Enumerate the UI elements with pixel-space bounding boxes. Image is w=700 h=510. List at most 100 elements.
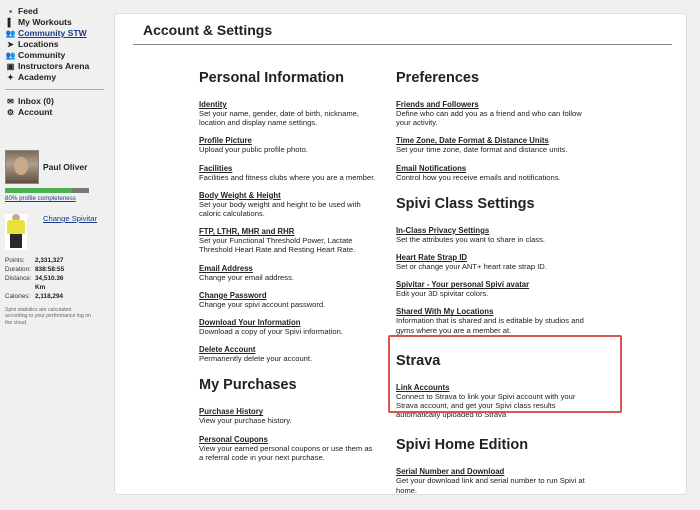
- settings-description: Upload your public profile photo.: [199, 145, 308, 155]
- settings-link-email-address[interactable]: Email Address: [199, 264, 253, 273]
- settings-item-personal-coupons: Personal Coupons View your earned persona…: [199, 435, 377, 462]
- sidebar-item-community-stw[interactable]: 👥 Community STW: [5, 28, 108, 39]
- sidebar-item-label: Inbox (0): [18, 96, 54, 106]
- instructors-icon: ▣: [6, 62, 15, 71]
- stat-label: Points:: [5, 257, 25, 264]
- stat-label: Calories:: [5, 293, 31, 300]
- settings-description: Set your body weight and height to be us…: [199, 199, 361, 219]
- gear-icon: ⚙: [6, 108, 15, 117]
- settings-description: Set your name, gender, date of birth, ni…: [199, 109, 359, 128]
- settings-link-time-zone-date-format-distance-units[interactable]: Time Zone, Date Format & Distance Units: [396, 136, 549, 145]
- settings-item-identity: Identity Set your name, gender, date of b…: [199, 100, 377, 127]
- stat-row: Duration: 838:58:55: [5, 265, 101, 274]
- profile-name[interactable]: Paul Oliver: [43, 162, 87, 172]
- settings-description: Information that is shared and is editab…: [396, 316, 584, 335]
- settings-link-in-class-privacy-settings[interactable]: In-Class Privacy Settings: [396, 226, 489, 235]
- settings-link-heart-rate-strap-id[interactable]: Heart Rate Strap ID: [396, 253, 467, 262]
- feed-icon: ▪: [9, 7, 12, 16]
- settings-link-change-password[interactable]: Change Password: [199, 291, 267, 300]
- sidebar-item-label: My Workouts: [18, 17, 72, 27]
- settings-description: Get your download link and serial number…: [396, 476, 585, 495]
- profile-progress-bar: [5, 188, 89, 193]
- settings-link-serial-number-and-download[interactable]: Serial Number and Download: [396, 467, 504, 476]
- sidebar-item-label: Instructors Arena: [18, 61, 90, 71]
- profile-completeness-link[interactable]: 80% profile completeness: [5, 195, 101, 202]
- stat-row: Distance: 34,510.36 Km: [5, 274, 101, 292]
- avatar[interactable]: [5, 150, 39, 184]
- settings-item-in-class-privacy-settings: In-Class Privacy Settings Set the attribu…: [396, 226, 586, 244]
- stat-value: 2,331,327: [35, 257, 64, 264]
- sidebar-item-account[interactable]: ⚙ Account: [5, 107, 108, 118]
- settings-link-delete-account[interactable]: Delete Account: [199, 345, 255, 354]
- community-group-icon: 👥: [5, 29, 16, 38]
- settings-description: Permanently delete your account.: [199, 354, 313, 364]
- change-spivitar-link[interactable]: Change Spivitar: [43, 214, 97, 223]
- location-arrow-icon: ➤: [7, 40, 14, 49]
- settings-description: Change your spivi account password.: [199, 299, 326, 309]
- settings-description: View your earned personal coupons or use…: [199, 443, 373, 462]
- settings-link-body-weight-height[interactable]: Body Weight & Height: [199, 191, 281, 200]
- sidebar-item-my-workouts[interactable]: ▌ My Workouts: [5, 17, 108, 28]
- stats-note: Spivi statistics are calculated accordin…: [5, 307, 91, 326]
- settings-item-email-address: Email Address Change your email address.: [199, 264, 377, 282]
- settings-link-download-your-information[interactable]: Download Your Information: [199, 318, 301, 327]
- sidebar-item-feed[interactable]: ▪ Feed: [5, 6, 108, 17]
- sidebar-item-instructors-arena[interactable]: ▣ Instructors Arena: [5, 61, 108, 72]
- settings-item-time-zone-date-format-distance-units: Time Zone, Date Format & Distance Units S…: [396, 136, 586, 154]
- title-divider: [133, 44, 672, 45]
- left-column: Personal Information Identity Set your nam…: [199, 70, 377, 462]
- section-heading: My Purchases: [199, 377, 297, 394]
- page-title: Account & Settings: [143, 22, 273, 38]
- settings-description: Define who can add you as a friend and w…: [396, 109, 582, 128]
- sidebar-item-label: Community: [18, 50, 66, 60]
- community-icon: 👥: [5, 51, 16, 60]
- stat-label: Distance:: [5, 275, 32, 282]
- settings-link-ftp-lthr-mhr-and-rhr[interactable]: FTP, LTHR, MHR and RHR: [199, 227, 294, 236]
- inbox-icon: ✉: [7, 97, 14, 106]
- settings-link-friends-and-followers[interactable]: Friends and Followers: [396, 100, 479, 109]
- sidebar-item-label: Account: [18, 107, 53, 117]
- sidebar-item-inbox-0[interactable]: ✉ Inbox (0): [5, 96, 108, 107]
- sidebar: ▪ Feed ▌ My Workouts 👥 Community STW ➤ Location…: [0, 0, 108, 510]
- sidebar-item-community[interactable]: 👥 Community: [5, 50, 108, 61]
- settings-description: Change your email address.: [199, 272, 294, 282]
- settings-item-shared-with-my-locations: Shared With My Locations Information that…: [396, 307, 586, 334]
- strava-highlight-box: [388, 335, 622, 413]
- section-preferences: Preferences Friends and Followers Define w…: [396, 70, 586, 182]
- settings-link-facilities[interactable]: Facilities: [199, 164, 232, 173]
- right-column: Preferences Friends and Followers Define w…: [396, 70, 586, 495]
- sidebar-item-label: Community STW: [18, 28, 87, 38]
- stat-value: 34,510.36 Km: [35, 275, 64, 291]
- settings-item-serial-number-and-download: Serial Number and Download Get your downl…: [396, 467, 586, 494]
- sidebar-item-academy[interactable]: ✦ Academy: [5, 72, 108, 83]
- profile-stats: Points: 2,331,327 Duration: 838:58:55 Distan…: [5, 256, 101, 301]
- settings-description: Facilities and fitness clubs where you a…: [199, 172, 376, 182]
- sidebar-item-locations[interactable]: ➤ Locations: [5, 39, 108, 50]
- section-personal-information: Personal Information Identity Set your nam…: [199, 70, 377, 363]
- settings-link-profile-picture[interactable]: Profile Picture: [199, 136, 252, 145]
- settings-description: Control how you receive emails and notif…: [396, 172, 561, 182]
- section-my-purchases: My Purchases Purchase History View your pu…: [199, 377, 377, 462]
- settings-description: Set the attributes you want to share in …: [396, 234, 546, 244]
- settings-link-purchase-history[interactable]: Purchase History: [199, 407, 263, 416]
- settings-item-body-weight-height: Body Weight & Height Set your body weight…: [199, 191, 377, 218]
- account-nav: ✉ Inbox (0) ⚙ Account: [0, 96, 108, 118]
- section-heading: Spivi Class Settings: [396, 195, 535, 212]
- stat-value: 2,118,294: [35, 293, 64, 300]
- settings-link-shared-with-my-locations[interactable]: Shared With My Locations: [396, 307, 493, 316]
- stat-row: Points: 2,331,327: [5, 256, 101, 265]
- settings-description: Set your Functional Threshold Power, Lac…: [199, 236, 356, 255]
- settings-description: Download a copy of your Spivi informatio…: [199, 327, 343, 337]
- profile-panel: Paul Oliver 80% profile completeness Cha…: [5, 150, 101, 326]
- stat-value: 838:58:55: [35, 266, 65, 273]
- settings-link-personal-coupons[interactable]: Personal Coupons: [199, 435, 268, 444]
- settings-item-friends-and-followers: Friends and Followers Define who can add …: [396, 100, 586, 127]
- settings-item-purchase-history: Purchase History View your purchase histo…: [199, 407, 377, 425]
- section-heading: Preferences: [396, 70, 480, 86]
- section-heading: Personal Information: [199, 70, 345, 86]
- spivitar-image[interactable]: [5, 214, 27, 250]
- settings-link-identity[interactable]: Identity: [199, 100, 227, 109]
- settings-link-email-notifications[interactable]: Email Notifications: [396, 164, 466, 173]
- settings-link-spivitar[interactable]: Spivitar: [396, 280, 425, 289]
- sidebar-item-label: Feed: [18, 6, 39, 16]
